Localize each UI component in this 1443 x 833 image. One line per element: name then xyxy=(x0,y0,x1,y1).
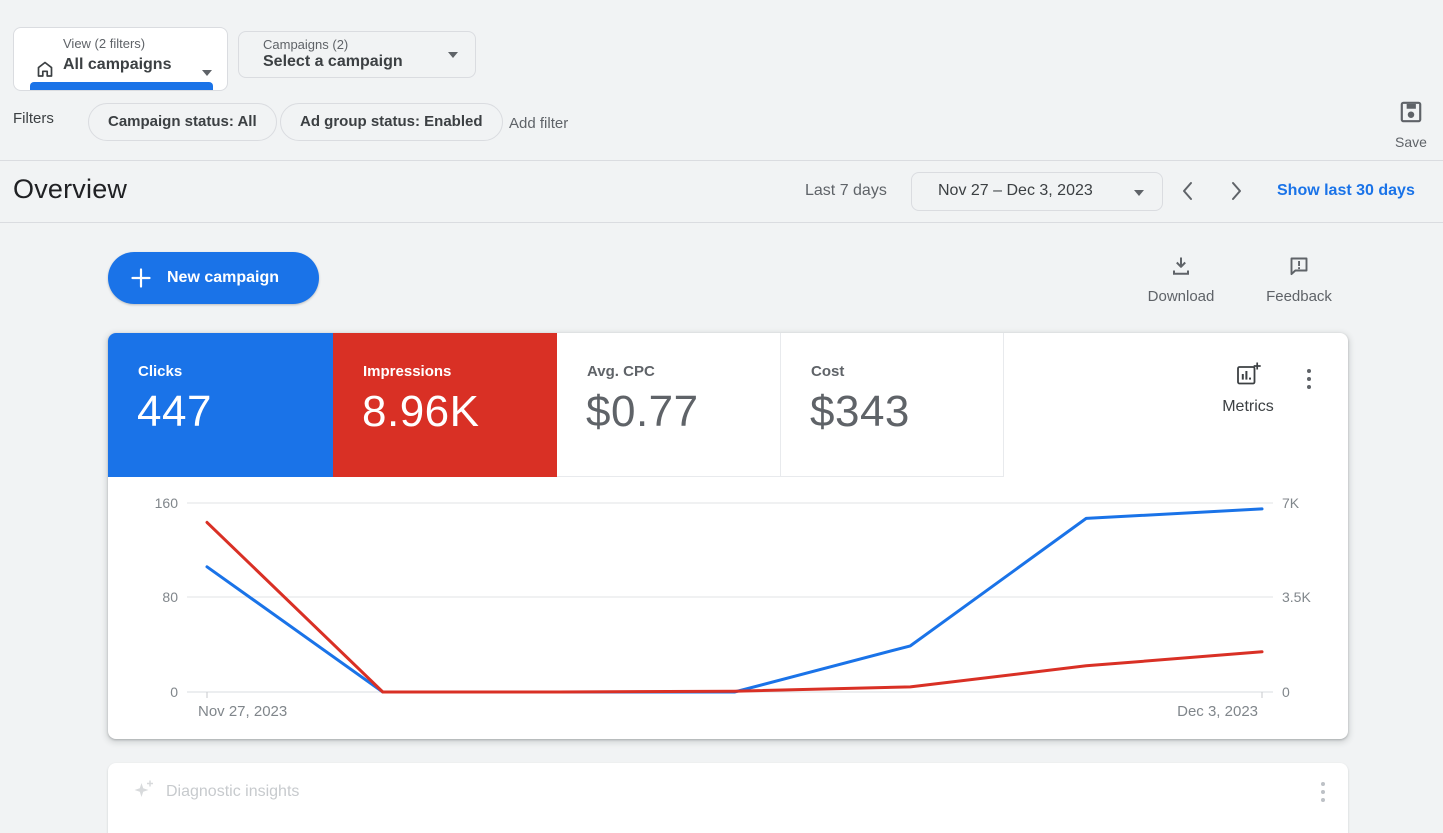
chevron-left-icon xyxy=(1184,183,1191,199)
scorecard-label: Cost xyxy=(811,363,844,380)
new-campaign-button[interactable]: New campaign xyxy=(108,252,319,304)
save-label: Save xyxy=(1384,134,1438,150)
download-label: Download xyxy=(1142,288,1220,305)
add-filter-button[interactable]: Add filter xyxy=(509,115,568,132)
caret-down-icon xyxy=(1134,190,1144,196)
view-selector-value: All campaigns xyxy=(63,56,171,74)
scorecard-impressions[interactable]: Impressions 8.96K xyxy=(333,333,557,477)
x-axis-label-start: Nov 27, 2023 xyxy=(198,703,287,720)
kebab-menu-icon xyxy=(1307,369,1311,373)
view-selector[interactable]: View (2 filters) All campaigns xyxy=(13,27,228,91)
chevron-right-icon xyxy=(1233,183,1240,199)
overview-card: Clicks 447 Impressions 8.96K Avg. CPC $0… xyxy=(108,333,1348,739)
filter-chip-ad-group-status[interactable]: Ad group status: Enabled xyxy=(280,103,503,141)
metrics-label: Metrics xyxy=(1212,398,1284,416)
scorecard-value: $0.77 xyxy=(586,387,699,437)
insights-card-title: Diagnostic insights xyxy=(166,783,299,801)
view-active-indicator xyxy=(30,82,213,90)
insights-overflow-menu[interactable] xyxy=(1316,779,1330,805)
scorecard-avg-cpc[interactable]: Avg. CPC $0.77 xyxy=(557,333,781,477)
filter-chip-label: Campaign status: All xyxy=(108,113,257,130)
sparkle-icon xyxy=(130,778,156,809)
campaign-selector-label: Campaigns (2) xyxy=(263,37,348,52)
page-title: Overview xyxy=(13,174,127,205)
campaign-selector[interactable]: Campaigns (2) Select a campaign xyxy=(238,31,476,78)
filter-chip-label: Ad group status: Enabled xyxy=(300,113,483,130)
google-ads-overview-page: { "header": { "view_selector": { "label"… xyxy=(0,0,1443,808)
scorecard-label: Impressions xyxy=(363,363,451,380)
caret-down-icon xyxy=(448,52,458,58)
next-period-button[interactable] xyxy=(1227,179,1245,203)
new-campaign-label: New campaign xyxy=(167,269,279,287)
metrics-button[interactable]: Metrics xyxy=(1212,361,1284,416)
download-button[interactable]: Download xyxy=(1142,254,1220,305)
caret-down-icon xyxy=(202,70,212,76)
diagnostic-insights-card[interactable]: Diagnostic insights xyxy=(108,763,1348,833)
show-last-30-days-link[interactable]: Show last 30 days xyxy=(1277,182,1415,200)
right-axis-tick: 7K xyxy=(1282,495,1342,511)
feedback-button[interactable]: Feedback xyxy=(1260,254,1338,305)
save-button[interactable]: Save xyxy=(1384,99,1438,150)
divider xyxy=(0,222,1443,223)
left-axis-tick: 80 xyxy=(118,589,178,605)
right-axis-tick: 0 xyxy=(1282,684,1342,700)
scorecard-clicks[interactable]: Clicks 447 xyxy=(108,333,333,477)
divider xyxy=(0,160,1443,161)
home-icon xyxy=(35,59,55,84)
card-overflow-menu[interactable] xyxy=(1302,366,1316,392)
scorecard-label: Clicks xyxy=(138,363,182,380)
chart-line-impressions xyxy=(207,522,1262,692)
save-icon xyxy=(1398,112,1424,129)
feedback-icon xyxy=(1287,265,1311,282)
scorecard-label: Avg. CPC xyxy=(587,363,655,380)
date-range-label: Last 7 days xyxy=(805,182,887,200)
right-axis-tick: 3.5K xyxy=(1282,589,1342,605)
x-axis-label-end: Dec 3, 2023 xyxy=(1177,703,1258,720)
metrics-icon xyxy=(1235,373,1262,390)
overview-chart: 160 80 0 7K 3.5K 0 Nov 27, 2023 Dec 3, 2… xyxy=(108,483,1348,739)
kebab-menu-icon xyxy=(1321,782,1325,786)
plus-icon xyxy=(130,267,152,289)
scorecard-value: 447 xyxy=(137,387,212,437)
previous-period-button[interactable] xyxy=(1179,179,1197,203)
feedback-label: Feedback xyxy=(1260,288,1338,305)
date-range-value: Nov 27 – Dec 3, 2023 xyxy=(938,182,1093,200)
overview-chart-svg xyxy=(108,483,1348,723)
date-range-picker[interactable]: Nov 27 – Dec 3, 2023 xyxy=(911,172,1163,211)
left-axis-tick: 160 xyxy=(118,495,178,511)
scorecard-value: 8.96K xyxy=(362,387,479,437)
download-icon xyxy=(1169,265,1193,282)
scorecard-cost[interactable]: Cost $343 xyxy=(781,333,1004,477)
scorecard-value: $343 xyxy=(810,387,910,437)
campaign-selector-value: Select a campaign xyxy=(263,53,403,71)
view-selector-label: View (2 filters) xyxy=(63,36,145,51)
left-axis-tick: 0 xyxy=(118,684,178,700)
filters-label: Filters xyxy=(13,110,54,127)
filter-chip-campaign-status[interactable]: Campaign status: All xyxy=(88,103,277,141)
